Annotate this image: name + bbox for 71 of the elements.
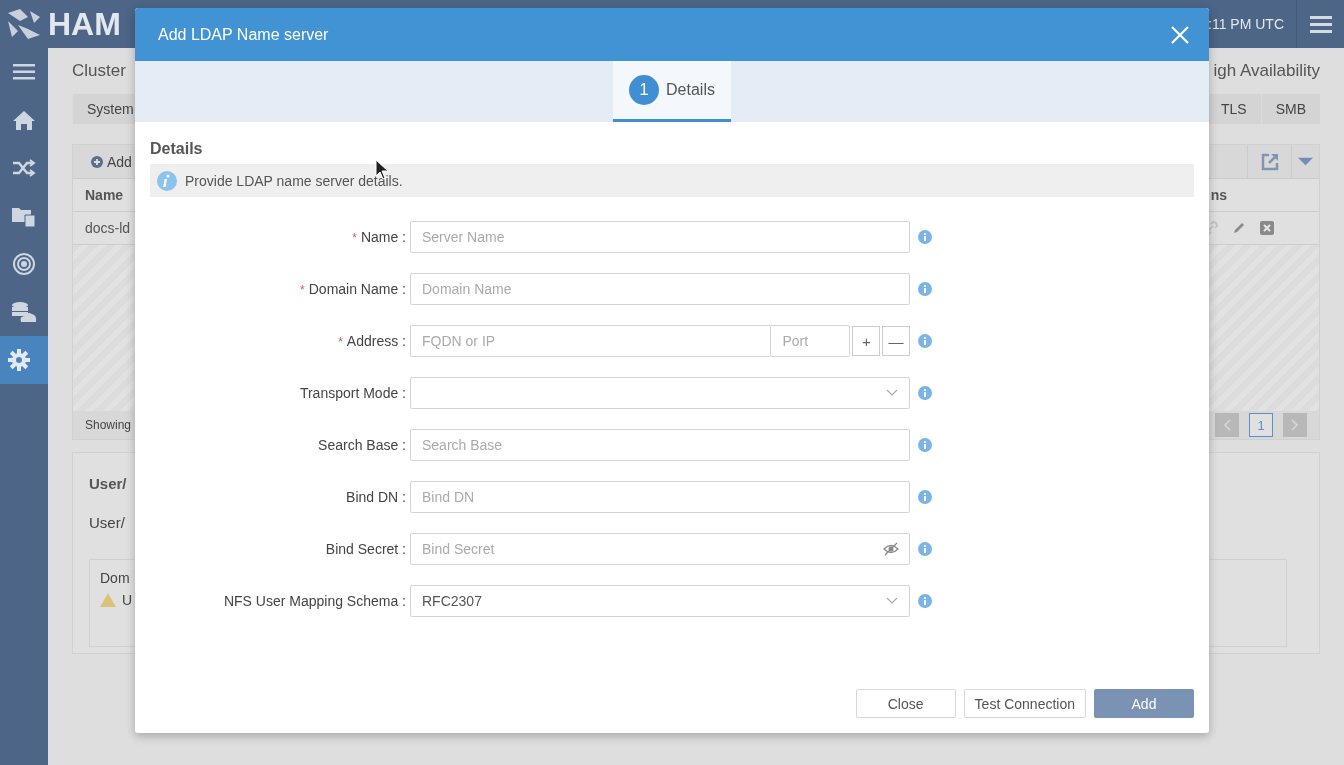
plus-icon — [91, 155, 103, 168]
info-icon[interactable] — [918, 386, 932, 400]
logo-text: HAM — [48, 5, 121, 43]
required-mark: * — [352, 231, 357, 245]
required-mark: * — [300, 283, 305, 297]
dialog-title: Add LDAP Name server — [158, 25, 329, 44]
section-heading: Details — [150, 140, 204, 158]
column-header: ns — [1210, 187, 1227, 203]
target-icon — [11, 252, 37, 276]
sidebar-settings-button[interactable] — [0, 336, 48, 384]
edit-icon[interactable] — [1231, 220, 1247, 236]
footer-text: Showing — [85, 418, 132, 432]
close-icon — [1171, 25, 1189, 44]
port-field[interactable]: Port — [770, 325, 851, 357]
chevron-left-icon — [1223, 419, 1231, 431]
menu-icon — [1309, 15, 1332, 33]
table-cell: docs-ld — [85, 220, 131, 236]
address-field[interactable]: FQDN or IP — [410, 325, 771, 357]
input-field[interactable]: Domain Name — [410, 273, 910, 305]
input-field[interactable]: Server Name — [410, 221, 910, 253]
section-title: User/ — [89, 475, 128, 492]
field-label: Bind DN : — [346, 489, 406, 505]
info-text: Provide LDAP name server details. — [185, 172, 403, 189]
previous-page-button[interactable] — [1215, 413, 1239, 437]
close-button[interactable] — [1171, 25, 1189, 44]
chevron-down-icon — [886, 597, 898, 605]
password-field[interactable]: Bind Secret — [410, 533, 910, 565]
shuffle-icon — [11, 156, 37, 180]
info-icon[interactable] — [918, 438, 932, 452]
info-icon[interactable] — [918, 334, 932, 348]
dialog-button[interactable]: Test Connection — [963, 689, 1086, 718]
info-icon[interactable] — [918, 594, 932, 608]
box-title: Dom — [100, 570, 131, 586]
field-label: Name : — [360, 229, 406, 245]
column-header: Name — [85, 187, 124, 203]
next-page-button[interactable] — [1283, 413, 1307, 437]
clock-text: :11 PM UTC — [1208, 16, 1285, 32]
hidden-eye-icon[interactable] — [883, 542, 899, 556]
external-link-icon — [1259, 151, 1280, 172]
info-icon[interactable] — [918, 542, 932, 556]
info-icon[interactable] — [918, 282, 932, 296]
field-label: Search Base : — [318, 437, 406, 453]
info-icon — [157, 170, 177, 191]
remove-button[interactable]: — — [882, 326, 910, 356]
select-field[interactable]: RFC2307 — [410, 585, 910, 617]
page-title: Cluster — [72, 61, 126, 81]
chevron-down-icon — [886, 389, 898, 397]
warning-text: U — [122, 592, 133, 608]
settings-icon — [6, 348, 32, 372]
input-field[interactable]: Search Base — [410, 429, 910, 461]
select-field[interactable] — [410, 377, 910, 409]
info-icon[interactable] — [918, 490, 932, 504]
storage-icon — [11, 300, 37, 324]
page-title: igh Availability — [1213, 61, 1320, 81]
field-label: Address : — [346, 333, 406, 349]
warning-icon — [100, 593, 116, 607]
delete-icon[interactable] — [1259, 220, 1275, 236]
required-mark: * — [338, 335, 343, 349]
input-field[interactable]: Bind DN — [410, 481, 910, 513]
home-icon — [11, 108, 37, 132]
add-button[interactable]: + — [852, 326, 881, 356]
field-label: NFS User Mapping Schema : — [223, 593, 406, 609]
field-label: Bind Secret : — [325, 541, 406, 557]
chevron-right-icon — [1291, 419, 1299, 431]
step-tab[interactable]: 1 Details — [613, 61, 731, 122]
dialog-button[interactable]: Close — [855, 689, 956, 718]
field-label: User/ — [89, 514, 126, 531]
field-label: Transport Mode : — [299, 385, 406, 401]
field-label: Domain Name : — [308, 281, 406, 297]
info-icon[interactable] — [918, 230, 932, 244]
caret-icon — [1298, 156, 1313, 167]
